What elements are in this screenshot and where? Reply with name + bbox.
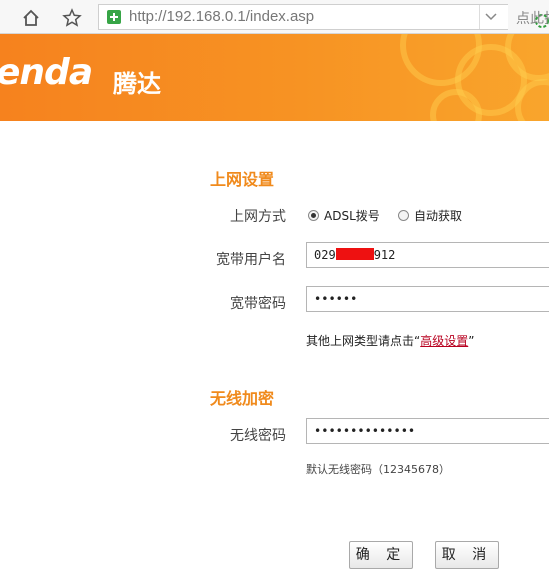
advanced-settings-note: 其他上网类型请点击“高级设置” — [306, 332, 474, 349]
home-icon[interactable] — [20, 7, 42, 29]
redaction-mask — [335, 248, 374, 260]
address-dropdown-button[interactable] — [479, 5, 502, 29]
radio-dot-selected[interactable] — [308, 210, 319, 221]
connection-mode-label: 上网方式 — [230, 209, 286, 225]
default-password-hint: 默认无线密码（12345678） — [306, 463, 450, 476]
username-suffix: 912 — [373, 248, 396, 262]
broadband-password-input[interactable]: •••••• — [306, 286, 549, 312]
brand-logo-cn: 腾达 — [113, 70, 161, 98]
chevron-down-icon — [485, 13, 497, 21]
broadband-password-label: 宽带密码 — [230, 296, 286, 312]
brand-logo: enda — [0, 52, 93, 93]
broadband-username-input[interactable]: 029 912 — [306, 242, 549, 268]
url-host: http://192.168.0.1 — [129, 8, 246, 25]
confirm-button[interactable]: 确 定 — [349, 541, 413, 569]
browser-toolbar: http://192.168.0.1/index.asp 点此拉 — [0, 0, 549, 34]
radio-adsl-label: ADSL拨号 — [324, 209, 380, 223]
toolbar-right-text[interactable]: 点此拉 — [516, 8, 549, 28]
wireless-password-label: 无线密码 — [230, 428, 286, 444]
radio-auto-label: 自动获取 — [414, 209, 463, 223]
cancel-button[interactable]: 取 消 — [435, 541, 499, 569]
section-title-internet: 上网设置 — [210, 170, 275, 189]
url-text: http://192.168.0.1/index.asp — [129, 8, 314, 26]
wireless-password-input[interactable]: •••••••••••••• — [306, 418, 549, 444]
advanced-settings-link[interactable]: 高级设置 — [420, 334, 468, 348]
security-shield-icon — [107, 10, 121, 24]
note-prefix: 其他上网类型请点击“ — [306, 334, 421, 348]
note-suffix: ” — [468, 334, 475, 348]
radio-dot[interactable] — [398, 210, 409, 221]
url-path: /index.asp — [245, 8, 315, 25]
favorite-star-icon[interactable] — [61, 7, 83, 29]
address-bar[interactable]: http://192.168.0.1/index.asp — [98, 4, 549, 30]
radio-auto[interactable]: 自动获取 — [398, 207, 462, 224]
broadband-username-label: 宽带用户名 — [216, 252, 286, 268]
section-title-wireless: 无线加密 — [210, 389, 275, 408]
username-prefix: 029 — [314, 248, 336, 262]
radio-adsl[interactable]: ADSL拨号 — [308, 207, 380, 224]
header-banner: enda 腾达 — [0, 34, 549, 121]
